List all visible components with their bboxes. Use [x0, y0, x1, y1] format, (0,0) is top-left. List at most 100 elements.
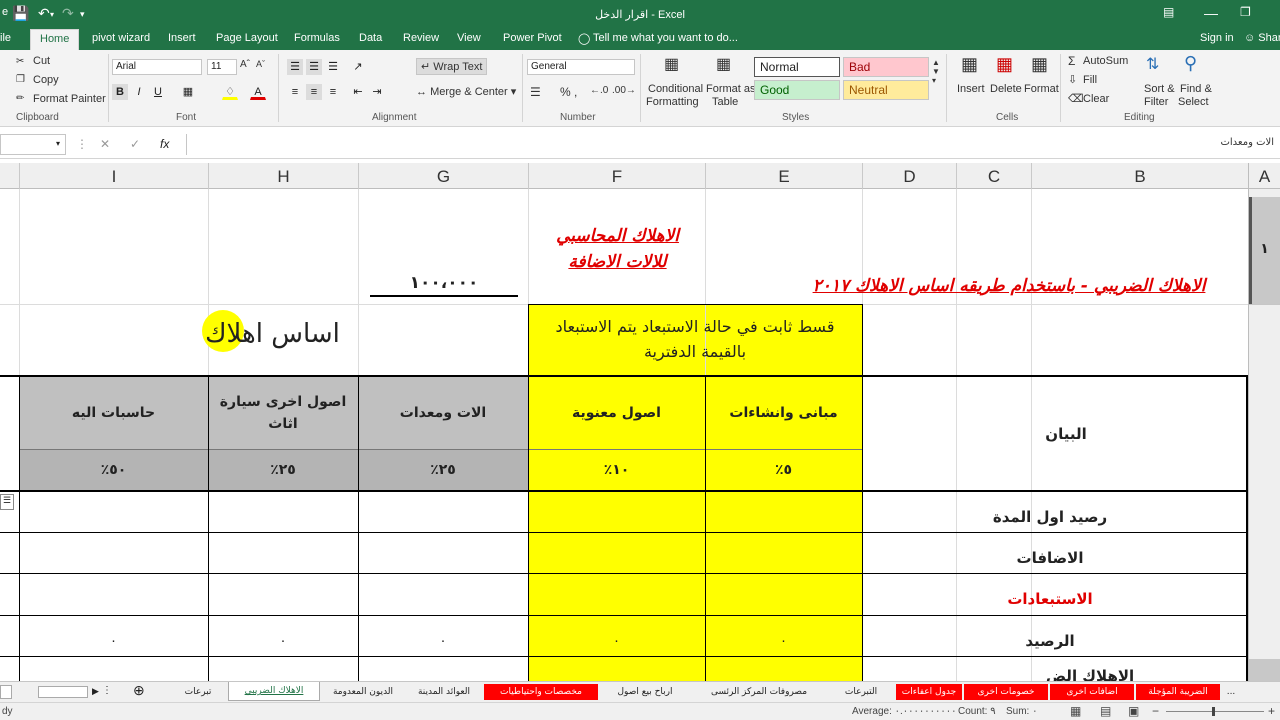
sign-in-link[interactable]: Sign in [1200, 32, 1234, 44]
borders-icon[interactable]: ▦ [180, 84, 196, 100]
sort-filter-line2[interactable]: Filter [1144, 96, 1168, 108]
styles-scroll-icon[interactable]: ▲ ▼ ▾ [932, 58, 940, 85]
minimize-icon[interactable]: — [1204, 5, 1218, 21]
bold-icon[interactable]: B [112, 84, 128, 100]
tab-formulas[interactable]: Formulas [294, 32, 340, 44]
format-painter-button[interactable]: Format Painter [33, 93, 106, 105]
tab-page-layout[interactable]: Page Layout [216, 32, 278, 44]
shrink-font-icon[interactable]: Aˇ [256, 59, 265, 69]
sheet-tab-provisions[interactable]: مخصصات واحتياطيات [484, 684, 598, 700]
tab-data[interactable]: Data [359, 32, 382, 44]
worksheet-grid[interactable]: الاهلاك المحاسبي للالات الاضافة ١٠٠،٠٠٠ … [0, 189, 1248, 681]
insert-cells-button[interactable]: Insert [957, 83, 985, 95]
sheet-tab-donations-2[interactable]: تبرعات [170, 684, 226, 700]
rate-machinery[interactable]: ٢٥٪ [358, 450, 528, 490]
sheet-tab-bad-debts[interactable]: الديون المعدومة [322, 684, 404, 700]
delete-cells-button[interactable]: Delete [990, 83, 1022, 95]
find-select-line2[interactable]: Select [1178, 96, 1209, 108]
enter-icon[interactable]: ✓ [130, 137, 140, 151]
conditional-formatting-line2[interactable]: Formatting [646, 96, 699, 108]
style-bad[interactable]: Bad [843, 57, 929, 77]
font-name-dropdown[interactable]: Arial [112, 59, 202, 75]
column-header-i[interactable]: I [19, 163, 208, 189]
zoom-slider[interactable] [1166, 711, 1264, 712]
orientation-icon[interactable]: ↗ [350, 59, 366, 75]
amount-cell[interactable]: ١٠٠،٠٠٠ [370, 271, 518, 297]
restore-icon[interactable]: ❐ [1240, 5, 1251, 19]
style-good[interactable]: Good [754, 80, 840, 100]
h-scrollbar-thumb[interactable] [38, 686, 88, 698]
cancel-icon[interactable]: ✕ [100, 137, 110, 151]
number-format-dropdown[interactable]: General [527, 59, 635, 75]
conditional-formatting-line1[interactable]: Conditional [648, 83, 703, 95]
rate-buildings[interactable]: ٥٪ [705, 450, 862, 490]
tab-file[interactable]: ile [0, 32, 11, 44]
align-right-icon[interactable]: ≡ [325, 84, 341, 100]
currency-icon[interactable]: ☰ [530, 85, 541, 99]
align-center-icon[interactable]: ≡ [306, 84, 322, 100]
formula-input[interactable]: الات ومعدات [186, 134, 1280, 155]
sheet-tab-deferred-tax[interactable]: الضريبة المؤجلة [1136, 684, 1220, 700]
column-header-h[interactable]: H [208, 163, 358, 189]
tab-home[interactable]: Home [30, 29, 80, 50]
wrap-text-button[interactable]: ↵ Wrap Text [416, 58, 488, 75]
scroll-right-icon[interactable]: ▶ [92, 686, 99, 697]
ribbon-display-icon[interactable]: ▤ [1163, 5, 1174, 19]
sheet-tab-debit-interest[interactable]: العوائد المدينة [406, 684, 482, 700]
increase-decimal-icon[interactable]: ←.0 [590, 85, 608, 96]
sheet-tab-exemptions[interactable]: جدول اعفاءات [896, 684, 962, 700]
page-break-view-icon[interactable]: ▣ [1128, 704, 1139, 718]
format-as-table-line2[interactable]: Table [712, 96, 738, 108]
column-header-d[interactable]: D [862, 163, 956, 189]
column-header-a[interactable]: A [1248, 163, 1280, 189]
row-header-next[interactable] [1249, 659, 1280, 681]
share-button[interactable]: ☺ Shar [1244, 32, 1280, 44]
autosum-button[interactable]: AutoSum [1083, 55, 1128, 67]
sheet-tab-donations[interactable]: التبرعات [828, 684, 894, 700]
column-header-g[interactable]: G [358, 163, 528, 189]
new-sheet-icon[interactable]: ⊕ [133, 682, 145, 699]
align-middle-icon[interactable]: ☰ [306, 59, 322, 75]
increase-indent-icon[interactable]: ⇥ [369, 84, 385, 100]
balance-buildings[interactable]: ٠ [705, 626, 862, 656]
format-cells-button[interactable]: Format [1024, 83, 1059, 95]
zoom-out-icon[interactable]: − [1152, 704, 1159, 718]
sheet-tab-asset-sale-gains[interactable]: ارباح بيع اصول [600, 684, 690, 700]
zoom-in-icon[interactable]: + [1268, 704, 1275, 718]
tab-power-pivot[interactable]: Power Pivot [503, 32, 562, 44]
normal-view-icon[interactable]: ▦ [1070, 704, 1081, 718]
style-neutral[interactable]: Neutral [843, 80, 929, 100]
tab-view[interactable]: View [457, 32, 481, 44]
font-color-icon[interactable]: A [250, 84, 266, 100]
column-header-c[interactable]: C [956, 163, 1031, 189]
balance-computers[interactable]: ٠ [19, 626, 208, 656]
sheet-tab-hq-expenses[interactable]: مصروفات المركز الرئسى [692, 684, 826, 700]
fill-button[interactable]: Fill [1083, 74, 1097, 86]
column-header-b[interactable]: B [1031, 163, 1248, 189]
column-header-f[interactable]: F [528, 163, 705, 189]
find-select-line1[interactable]: Find & [1180, 83, 1212, 95]
insert-function-icon[interactable]: fx [160, 137, 169, 151]
paste-options-icon[interactable]: ☰ [0, 494, 14, 510]
tab-insert[interactable]: Insert [168, 32, 196, 44]
rate-intangibles[interactable]: ١٠٪ [528, 450, 705, 490]
copy-button[interactable]: Copy [33, 74, 59, 86]
tab-pivot-wizard[interactable]: pivot wizard [92, 32, 150, 44]
scroll-options-icon[interactable]: ⋮ [102, 685, 112, 696]
sheet-tab-other-additions[interactable]: اضافات اخرى [1050, 684, 1134, 700]
balance-machinery[interactable]: ٠ [358, 626, 528, 656]
balance-other-assets[interactable]: ٠ [208, 626, 358, 656]
sort-filter-line1[interactable]: Sort & [1144, 83, 1175, 95]
font-size-dropdown[interactable]: 11 [207, 59, 237, 75]
style-normal[interactable]: Normal [754, 57, 840, 77]
align-top-icon[interactable]: ☰ [287, 59, 303, 75]
sheet-tab-more[interactable]: ... [1222, 684, 1240, 700]
name-box-dropdown-icon[interactable]: ▾ [56, 139, 60, 148]
underline-icon[interactable]: U [150, 84, 166, 100]
page-layout-view-icon[interactable]: ▤ [1100, 704, 1111, 718]
decrease-indent-icon[interactable]: ⇤ [350, 84, 366, 100]
align-bottom-icon[interactable]: ☰ [325, 59, 341, 75]
h-scroll-left[interactable] [0, 685, 12, 699]
format-as-table-line1[interactable]: Format as [706, 83, 756, 95]
merge-center-button[interactable]: ↔ Merge & Center ▾ [416, 85, 516, 98]
